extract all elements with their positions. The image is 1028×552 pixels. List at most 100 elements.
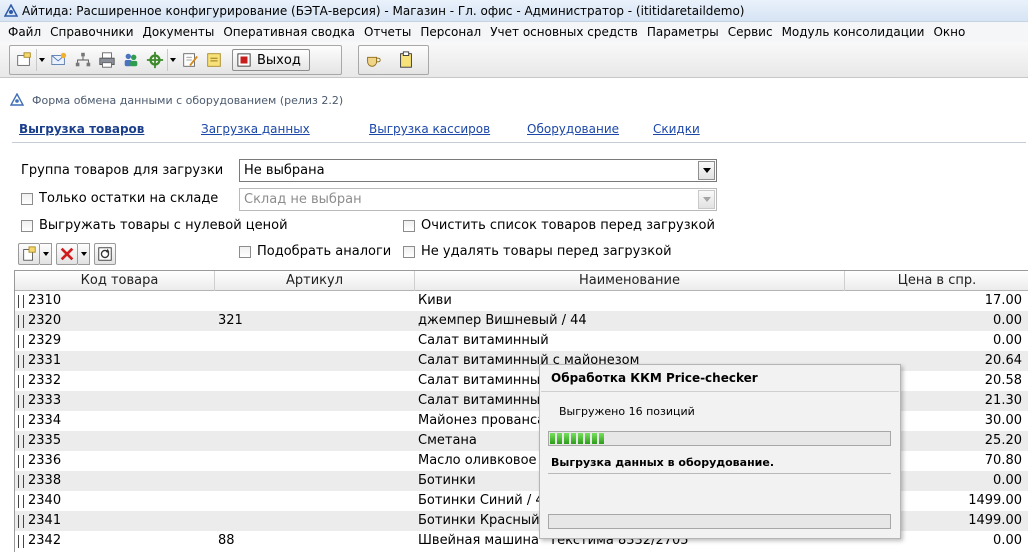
cell-article: 88 [218, 533, 235, 548]
clipboard-icon[interactable] [395, 49, 417, 71]
hierarchy-icon[interactable] [72, 49, 94, 71]
cup-icon[interactable] [362, 49, 384, 71]
progress-segment [564, 433, 569, 444]
menu-item[interactable]: Файл [3, 25, 45, 39]
new-document-icon[interactable] [13, 49, 35, 71]
cell-code: 2310 [28, 293, 62, 308]
menu-item[interactable]: Отчеты [359, 25, 415, 39]
cell-code: 2332 [28, 373, 62, 388]
menu-item[interactable]: Учет основных средств [485, 25, 642, 39]
cell-article [218, 411, 408, 431]
dialog-divider [541, 391, 899, 392]
cell-article [218, 431, 408, 451]
cell-code: 2329 [28, 333, 62, 348]
exit-icon [237, 53, 251, 67]
dialog-status: Выгружено 16 позиций [559, 405, 695, 418]
menu-item[interactable]: Документы [138, 25, 219, 39]
cell-article [218, 371, 408, 391]
analogs-label: Подобрать аналоги [257, 244, 392, 259]
add-row-button[interactable] [18, 243, 40, 265]
progress-segment [578, 433, 583, 444]
chevron-down-icon[interactable] [698, 161, 715, 180]
goods-group-select[interactable]: Не выбрана [239, 159, 717, 182]
cell-name: Салат витаминный [418, 333, 549, 348]
row-marker [18, 535, 24, 548]
menu-item[interactable]: Модуль консолидации [777, 25, 929, 39]
progress-fill [550, 433, 604, 444]
zero-price-checkbox[interactable]: Выгружать товары с нулевой ценой [21, 218, 288, 233]
cell-article [218, 391, 408, 411]
no-delete-checkbox[interactable]: Не удалять товары перед загрузкой [403, 244, 672, 259]
window-titlebar: Айтида: Расширенное конфигурирование (БЭ… [0, 0, 1028, 22]
row-marker [18, 295, 24, 308]
progress-segment [557, 433, 562, 444]
checkbox-box[interactable] [21, 192, 33, 205]
table-header: Код товара Артикул Наименование Цена в с… [15, 271, 1028, 291]
column-header-price[interactable]: Цена в спр. [845, 271, 1028, 291]
cell-code: 2342 [28, 533, 62, 548]
stock-only-checkbox[interactable]: Только остатки на складе [21, 191, 218, 206]
tab-export-cashiers[interactable]: Выгрузка кассиров [369, 122, 490, 136]
edit-icon[interactable] [179, 49, 201, 71]
form-header: Форма обмена данными с оборудованием (ре… [0, 89, 1028, 111]
tools-dropdown[interactable] [167, 49, 178, 71]
cell-article [218, 511, 408, 531]
checkbox-box[interactable] [21, 219, 33, 232]
checkbox-box[interactable] [403, 245, 415, 258]
cell-name: джемпер Вишневый / 44 [418, 313, 587, 328]
menu-item[interactable]: Параметры [642, 25, 723, 39]
dialog-divider [548, 473, 891, 474]
row-marker [18, 395, 24, 408]
cell-code: 2320 [28, 313, 62, 328]
menu-item[interactable]: Оперативная сводка [218, 25, 359, 39]
table-row[interactable]: 2320 321 джемпер Вишневый / 44 0.00 [15, 311, 1028, 331]
column-header-code[interactable]: Код товара [25, 271, 215, 291]
column-header-article[interactable]: Артикул [215, 271, 415, 291]
stock-only-label: Только остатки на складе [39, 191, 219, 206]
tab-discounts[interactable]: Скидки [653, 122, 700, 136]
progress-segment [599, 433, 604, 444]
delete-icon [60, 247, 74, 261]
checkbox-box[interactable] [403, 219, 415, 232]
menu-item[interactable]: Окно [928, 25, 969, 39]
cell-article [218, 491, 408, 511]
progress-segment [571, 433, 576, 444]
exit-button[interactable]: Выход [232, 49, 310, 71]
cell-code: 2340 [28, 493, 62, 508]
delete-row-button[interactable] [56, 243, 78, 265]
cell-name: Киви [418, 293, 452, 308]
delete-row-dropdown[interactable] [78, 243, 90, 265]
refresh-icon [98, 247, 112, 261]
refresh-button[interactable] [94, 243, 116, 265]
cell-article [218, 291, 408, 311]
users-icon[interactable] [120, 49, 142, 71]
analogs-checkbox[interactable]: Подобрать аналоги [239, 244, 391, 259]
add-row-dropdown[interactable] [40, 243, 52, 265]
table-row[interactable]: 2310 Киви 17.00 [15, 291, 1028, 311]
menu-item[interactable]: Справочники [45, 25, 137, 39]
new-document-dropdown[interactable] [36, 49, 47, 71]
tab-export-goods[interactable]: Выгрузка товаров [19, 122, 144, 136]
envelope-icon[interactable] [48, 49, 70, 71]
clear-list-checkbox[interactable]: Очистить список товаров перед загрузкой [403, 218, 715, 233]
cell-code: 2333 [28, 393, 62, 408]
tab-equipment[interactable]: Оборудование [527, 122, 619, 136]
exit-label: Выход [257, 52, 301, 68]
no-delete-label: Не удалять товары перед загрузкой [421, 244, 672, 259]
table-row[interactable]: 2329 Салат витаминный 0.00 [15, 331, 1028, 351]
checkbox-box[interactable] [239, 245, 251, 258]
tab-import-data[interactable]: Загрузка данных [201, 122, 310, 136]
menu-item[interactable]: Сервис [723, 25, 777, 39]
clear-list-label: Очистить список товаров перед загрузкой [421, 218, 715, 233]
row-marker [18, 515, 24, 528]
row-marker [18, 335, 24, 348]
column-header-name[interactable]: Наименование [415, 271, 845, 291]
cell-price: 0.00 [993, 313, 1022, 328]
menu-item[interactable]: Персонал [415, 25, 485, 39]
tools-icon[interactable] [144, 49, 166, 71]
printer-icon[interactable] [96, 49, 118, 71]
cell-article [218, 351, 408, 371]
add-icon [23, 246, 36, 261]
step-progress-bar [548, 514, 891, 529]
note-icon[interactable] [203, 49, 225, 71]
